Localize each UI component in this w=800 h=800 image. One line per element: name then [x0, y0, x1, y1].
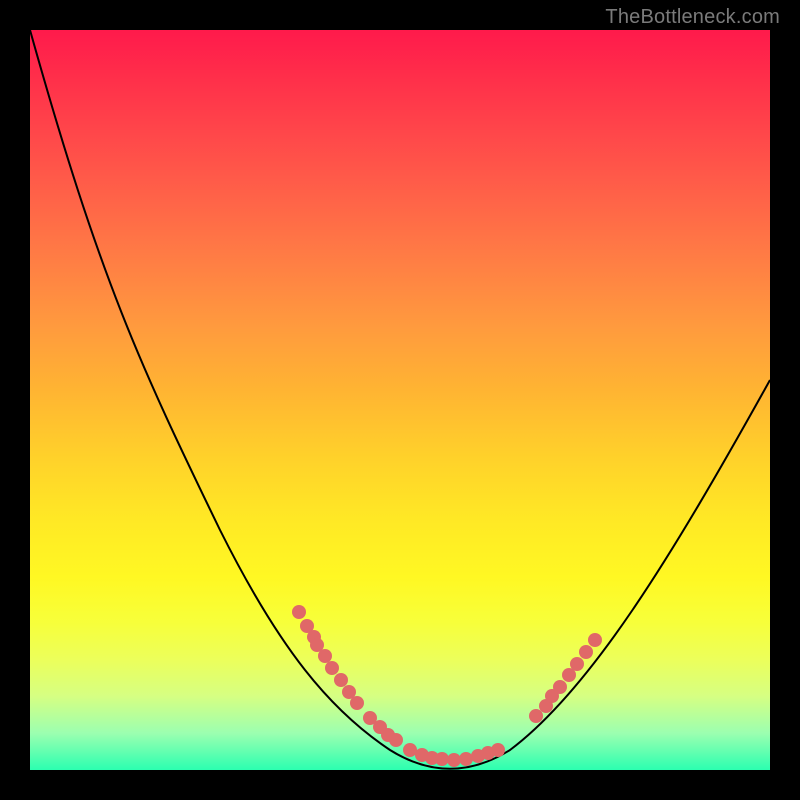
plot-area [30, 30, 770, 770]
curve-dot [389, 733, 403, 747]
curve-dot [403, 743, 417, 757]
curve-dot [318, 649, 332, 663]
curve-dot [459, 752, 473, 766]
curve-dot [435, 752, 449, 766]
curve-dot [579, 645, 593, 659]
chart-frame: TheBottleneck.com [0, 0, 800, 800]
curve-dot [529, 709, 543, 723]
curve-dot [570, 657, 584, 671]
curve-dot [588, 633, 602, 647]
curve-dot [325, 661, 339, 675]
curve-dot [553, 680, 567, 694]
curve-dot [447, 753, 461, 767]
chart-svg [30, 30, 770, 770]
curve-dot [350, 696, 364, 710]
curve-dot [334, 673, 348, 687]
curve-dot [292, 605, 306, 619]
dot-layer [292, 605, 602, 767]
watermark-text: TheBottleneck.com [605, 6, 780, 29]
curve-dot [491, 743, 505, 757]
bottleneck-curve [30, 30, 770, 769]
